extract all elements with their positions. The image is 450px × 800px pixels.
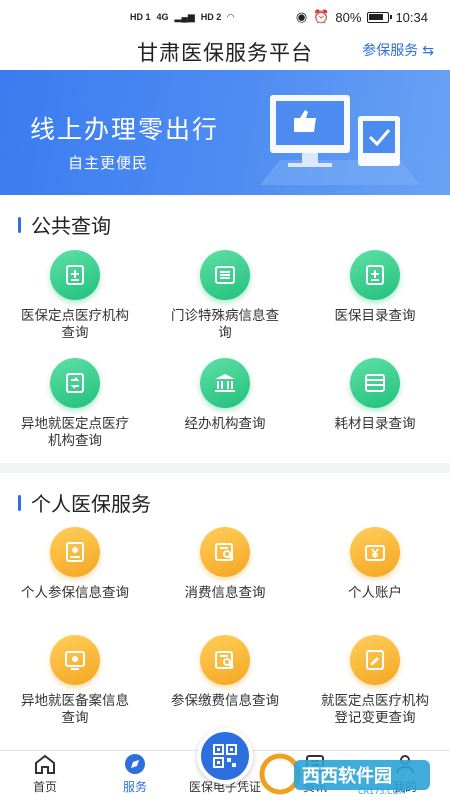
search-document-icon	[200, 635, 250, 685]
grid-item-special-disease[interactable]: 门诊特殊病信息查询	[150, 250, 300, 355]
document-plus-icon	[350, 250, 400, 300]
sim-label-2: HD 2	[200, 12, 222, 22]
institution-icon	[200, 358, 250, 408]
banner-subtitle: 自主更便民	[68, 155, 149, 172]
qr-code-icon	[213, 744, 237, 768]
insurance-service-label: 参保服务	[362, 42, 419, 58]
item-label: 就医定点医疗机构登记变更查询	[321, 693, 429, 725]
search-document-icon	[200, 527, 250, 577]
grid-item-registration-change[interactable]: 就医定点医疗机构登记变更查询	[300, 635, 450, 745]
alarm-icon: ⏰	[313, 9, 330, 24]
nav-label: 服务	[122, 780, 147, 794]
qr-code-button[interactable]	[197, 728, 253, 784]
yen-wallet-icon	[350, 527, 400, 577]
insurance-service-link[interactable]: 参保服务 ⇆	[362, 40, 434, 60]
grid-item-agency[interactable]: 经办机构查询	[150, 358, 300, 463]
grid-item-remote-filing[interactable]: 异地就医备案信息查询	[0, 635, 150, 745]
computer-illustration-icon	[260, 95, 420, 185]
site-watermark-logo: 西西软件园 CR173.COM	[259, 753, 430, 796]
item-label: 异地就医定点医疗机构查询	[21, 416, 129, 448]
status-right: ◉ ⏰ 80% 10:34	[296, 9, 428, 25]
section-title-text: 个人医保服务	[31, 494, 151, 516]
sim-label-1: HD 1	[130, 12, 151, 22]
section-bar	[18, 216, 21, 233]
item-label: 个人账户	[348, 585, 402, 600]
section-title-public-query: 公共查询	[18, 210, 111, 239]
grid-item-personal-insurance[interactable]: 个人参保信息查询	[0, 527, 150, 632]
clock: 10:34	[395, 9, 428, 25]
section-title-personal-service: 个人医保服务	[18, 488, 151, 517]
grid-item-catalog[interactable]: 医保目录查询	[300, 250, 450, 355]
location-card-icon	[50, 635, 100, 685]
nav-item-home[interactable]: 首页	[0, 751, 90, 800]
person-card-icon	[50, 527, 100, 577]
eye-icon: ◉	[295, 9, 308, 24]
nav-item-service[interactable]: 服务	[90, 751, 180, 800]
nav-label: 首页	[32, 780, 57, 794]
public-query-grid: 医保定点医疗机构查询 门诊特殊病信息查询 医保目录查询 异地就医定点医疗机构查询…	[0, 250, 450, 463]
grid-item-designated-institution[interactable]: 医保定点医疗机构查询	[0, 250, 150, 355]
watermark-url: CR173.COM	[358, 787, 406, 796]
grid-item-consumables[interactable]: 耗材目录查询	[300, 358, 450, 463]
personal-service-grid: 个人参保信息查询 消费信息查询 个人账户 异地就医备案信息查询 参保缴费信息查询…	[0, 527, 450, 745]
document-swap-icon	[50, 358, 100, 408]
network-label: 4G	[156, 12, 169, 22]
watermark-text: 西西软件园	[302, 765, 392, 787]
status-bar: HD 1 4G ▂▄▆ HD 2 ◠ ◉ ⏰ 80% 10:34	[0, 0, 450, 34]
banner-title: 线上办理零出行	[30, 116, 220, 144]
compass-icon	[123, 752, 147, 776]
edit-document-icon	[350, 635, 400, 685]
home-icon	[33, 752, 57, 776]
list-icon	[200, 250, 250, 300]
section-title-text: 公共查询	[31, 216, 111, 238]
app-header: 甘肃医保服务平台 参保服务 ⇆	[0, 34, 450, 70]
document-plus-icon	[50, 250, 100, 300]
page-title: 甘肃医保服务平台	[137, 42, 313, 65]
grid-item-remote-institution[interactable]: 异地就医定点医疗机构查询	[0, 358, 150, 463]
item-label: 门诊特殊病信息查询	[171, 308, 279, 340]
grid-item-consumption[interactable]: 消费信息查询	[150, 527, 300, 632]
item-label: 经办机构查询	[184, 416, 266, 431]
item-label: 医保目录查询	[334, 308, 416, 323]
grid-item-personal-account[interactable]: 个人账户	[300, 527, 450, 632]
item-label: 个人参保信息查询	[21, 585, 129, 600]
signal-icon: ▂▄▆	[174, 11, 195, 22]
swap-icon: ⇆	[422, 41, 434, 58]
catalog-icon	[350, 358, 400, 408]
battery-icon	[367, 11, 393, 23]
item-label: 参保缴费信息查询	[171, 693, 279, 708]
wifi-icon: ◠	[227, 11, 235, 22]
section-bar	[18, 494, 21, 511]
item-label: 耗材目录查询	[334, 416, 416, 431]
item-label: 消费信息查询	[184, 585, 266, 600]
promo-banner[interactable]: 线上办理零出行 自主更便民	[0, 70, 450, 195]
item-label: 医保定点医疗机构查询	[21, 308, 129, 340]
item-label: 异地就医备案信息查询	[21, 693, 129, 725]
battery-percent: 80%	[335, 9, 362, 25]
status-left: HD 1 4G ▂▄▆ HD 2 ◠	[130, 12, 234, 23]
section-divider	[0, 463, 450, 473]
